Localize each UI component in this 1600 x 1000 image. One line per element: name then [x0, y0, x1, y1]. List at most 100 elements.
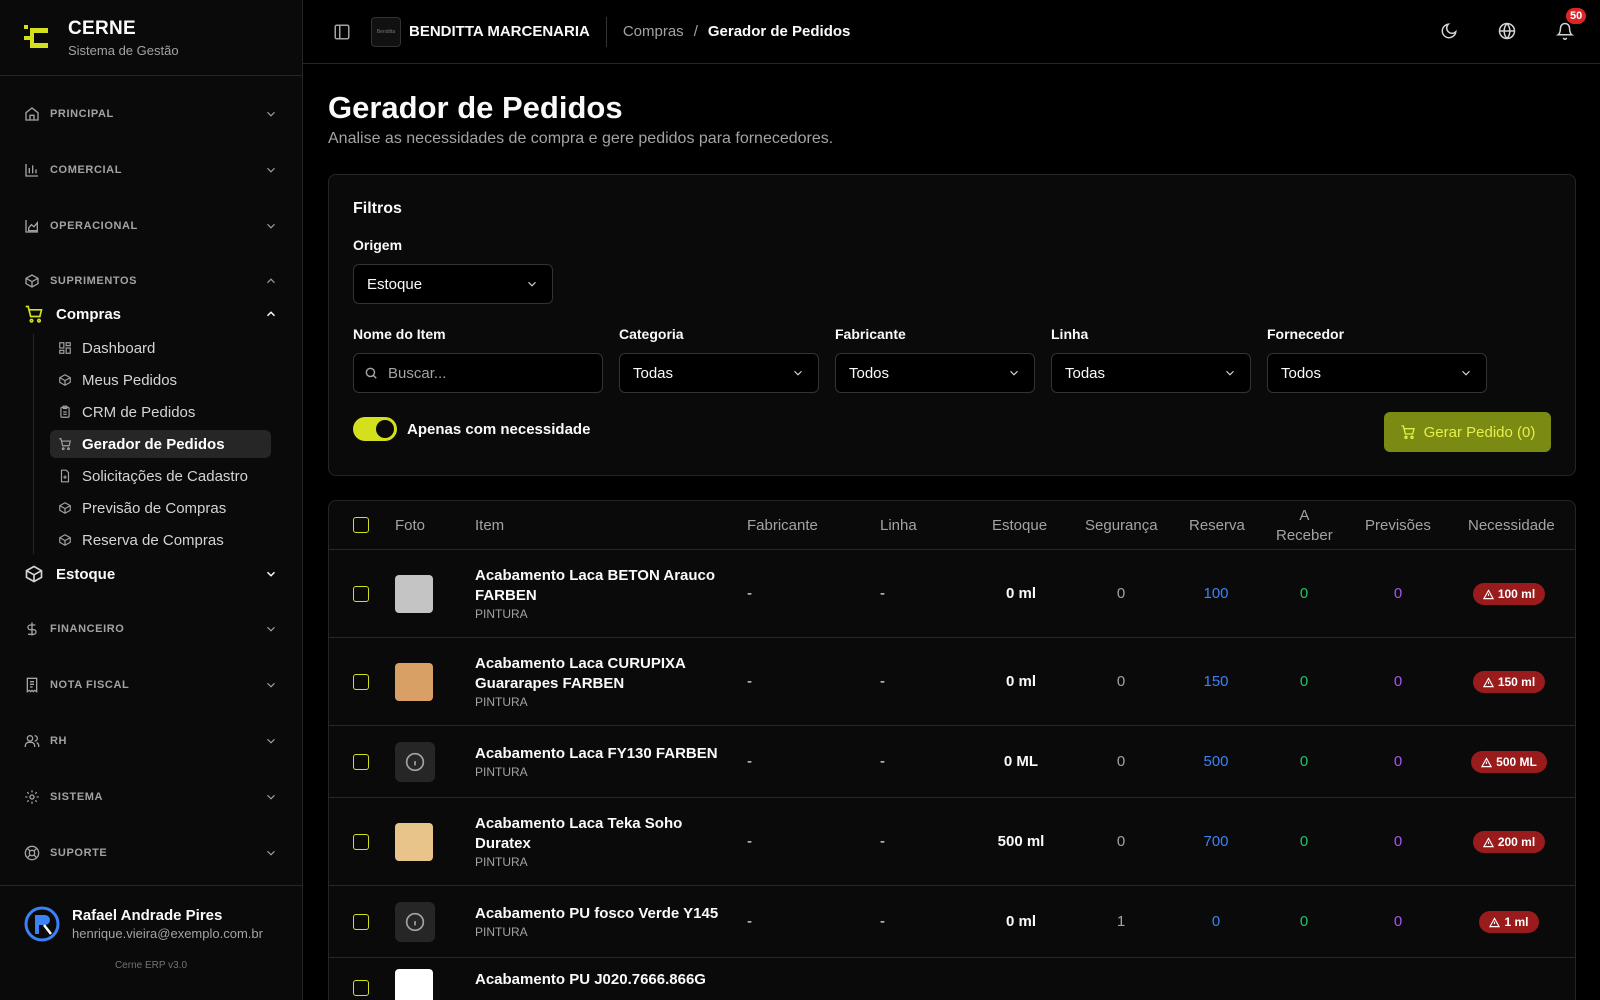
chevron-down-icon: [267, 223, 275, 229]
generate-order-button[interactable]: Gerar Pedido (0): [1384, 412, 1551, 452]
table-row[interactable]: Acabamento PU J020.7666.866G: [329, 958, 1575, 1000]
col-previsoes[interactable]: Previsões: [1365, 517, 1431, 534]
table-row[interactable]: Acabamento Laca Teka Soho Duratex PINTUR…: [329, 798, 1575, 886]
moon-icon[interactable]: [1440, 22, 1458, 40]
item-category: PINTURA: [475, 855, 528, 869]
item-name[interactable]: Acabamento Laca Teka Soho Duratex: [475, 814, 725, 854]
col-a-receber-line1: A: [1299, 507, 1310, 524]
row-checkbox[interactable]: [353, 914, 369, 930]
sidebar-item-dashboard[interactable]: Dashboard: [50, 334, 271, 362]
linha-value: -: [880, 753, 885, 770]
fabricante-value: -: [747, 913, 752, 930]
a-receber-value: 0: [1299, 585, 1309, 602]
nav-group-principal[interactable]: PRINCIPAL: [24, 86, 278, 142]
necessidade-cell: 150 ml: [1439, 671, 1579, 693]
nav-group-comercial[interactable]: COMERCIAL: [24, 142, 278, 198]
necessidade-toggle[interactable]: [353, 417, 397, 441]
sidebar-item-meus-pedidos[interactable]: Meus Pedidos: [50, 366, 271, 394]
search-placeholder: Buscar...: [388, 364, 447, 382]
sidebar-item-label: Reserva de Compras: [82, 531, 224, 549]
col-linha[interactable]: Linha: [880, 517, 917, 534]
user-panel[interactable]: Rafael Andrade Pires henrique.vieira@exe…: [0, 885, 302, 1000]
filters-title: Filtros: [353, 200, 402, 217]
row-checkbox[interactable]: [353, 980, 369, 996]
nav-sub-estoque[interactable]: Estoque: [24, 558, 278, 590]
nav-group-operacional[interactable]: OPERACIONAL: [24, 198, 278, 254]
item-photo[interactable]: [395, 823, 433, 861]
table-row[interactable]: Acabamento Laca CURUPIXA Guararapes FARB…: [329, 638, 1575, 726]
breadcrumb-current: Gerador de Pedidos: [707, 23, 851, 40]
package-icon: [58, 373, 72, 387]
item-name[interactable]: Acabamento PU fosco Verde Y145: [475, 904, 725, 924]
item-photo[interactable]: [395, 969, 433, 1000]
nav-group-rh[interactable]: RH: [24, 713, 278, 769]
categoria-select[interactable]: Todas: [619, 353, 819, 393]
row-checkbox[interactable]: [353, 834, 369, 850]
fornecedor-select[interactable]: Todos: [1267, 353, 1487, 393]
item-name[interactable]: Acabamento Laca BETON Arauco FARBEN: [475, 566, 725, 606]
fabricante-select[interactable]: Todos: [835, 353, 1035, 393]
seguranca-value: 0: [1116, 753, 1126, 770]
nav-group-financeiro[interactable]: FINANCEIRO: [24, 601, 278, 657]
breadcrumb-compras[interactable]: Compras: [623, 23, 684, 40]
brand-subtitle: Sistema de Gestão: [68, 42, 179, 58]
search-input[interactable]: Buscar...: [353, 353, 603, 393]
chevron-down-icon: [266, 571, 276, 577]
origem-select[interactable]: Estoque: [353, 264, 553, 304]
necessidade-value: 100 ml: [1497, 587, 1536, 601]
col-fabricante[interactable]: Fabricante: [747, 517, 818, 534]
row-checkbox[interactable]: [353, 674, 369, 690]
col-reserva[interactable]: Reserva: [1189, 517, 1245, 534]
col-a-receber[interactable]: A Receber: [1276, 506, 1333, 546]
linha-select[interactable]: Todas: [1051, 353, 1251, 393]
sidebar-item-solicitacoes[interactable]: Solicitações de Cadastro: [50, 462, 271, 490]
notifications-button[interactable]: 50: [1555, 8, 1587, 40]
linha-value: Todas: [1065, 364, 1106, 382]
no-photo-placeholder[interactable]: [395, 902, 435, 942]
chevron-up-icon: [266, 311, 276, 317]
brand[interactable]: CERNE Sistema de Gestão: [0, 0, 302, 76]
chevron-down-icon: [267, 682, 275, 688]
table-row[interactable]: Acabamento Laca FY130 FARBEN PINTURA - - 0…: [329, 726, 1575, 798]
necessidade-value: 500 ML: [1496, 755, 1537, 769]
nav-group-nota-fiscal[interactable]: NOTA FISCAL: [24, 657, 278, 713]
sidebar-item-gerador-pedidos[interactable]: Gerador de Pedidos: [50, 430, 271, 458]
linha-value: -: [880, 913, 885, 930]
origem-label: Origem: [353, 237, 403, 253]
sidebar-item-reserva[interactable]: Reserva de Compras: [50, 526, 271, 554]
col-a-receber-line2: Receber: [1276, 527, 1333, 544]
origem-value: Estoque: [367, 275, 423, 293]
chevron-down-icon: [1462, 370, 1470, 376]
row-checkbox[interactable]: [353, 586, 369, 602]
nav-sub-compras[interactable]: Compras: [24, 298, 278, 330]
select-all-checkbox[interactable]: [353, 517, 369, 533]
nav-group-suporte[interactable]: SUPORTE: [24, 825, 278, 881]
reserva-value: 0: [1211, 913, 1221, 930]
item-name[interactable]: Acabamento Laca CURUPIXA Guararapes FARB…: [475, 654, 725, 694]
item-name[interactable]: Acabamento Laca FY130 FARBEN: [475, 744, 725, 764]
bar-chart-icon: [24, 161, 42, 179]
no-photo-placeholder[interactable]: [395, 742, 435, 782]
table-row[interactable]: Acabamento Laca BETON Arauco FARBEN PINT…: [329, 550, 1575, 638]
linha-value: -: [880, 585, 885, 602]
col-item[interactable]: Item: [475, 517, 504, 534]
item-cell: Acabamento Laca CURUPIXA Guararapes FARB…: [475, 654, 725, 709]
seguranca-value: 1: [1116, 913, 1126, 930]
item-photo[interactable]: [395, 663, 433, 701]
col-seguranca[interactable]: Segurança: [1085, 517, 1158, 534]
sidebar-item-crm-pedidos[interactable]: CRM de Pedidos: [50, 398, 271, 426]
table-row[interactable]: Acabamento PU fosco Verde Y145 PINTURA -…: [329, 886, 1575, 958]
item-photo[interactable]: [395, 575, 433, 613]
nav-group-sistema[interactable]: SISTEMA: [24, 769, 278, 825]
globe-icon[interactable]: [1498, 22, 1516, 40]
sidebar-item-label: Meus Pedidos: [82, 371, 178, 389]
company-name[interactable]: BENDITTA MARCENARIA: [409, 16, 607, 47]
row-checkbox[interactable]: [353, 754, 369, 770]
nav-group-label: SISTEMA: [50, 791, 104, 803]
sidebar-item-previsao[interactable]: Previsão de Compras: [50, 494, 271, 522]
col-estoque[interactable]: Estoque: [992, 517, 1047, 534]
fabricante-value: -: [747, 673, 752, 690]
item-name[interactable]: Acabamento PU J020.7666.866G: [475, 970, 725, 990]
col-necessidade[interactable]: Necessidade: [1468, 517, 1555, 534]
sidebar-toggle-icon[interactable]: [333, 23, 351, 41]
